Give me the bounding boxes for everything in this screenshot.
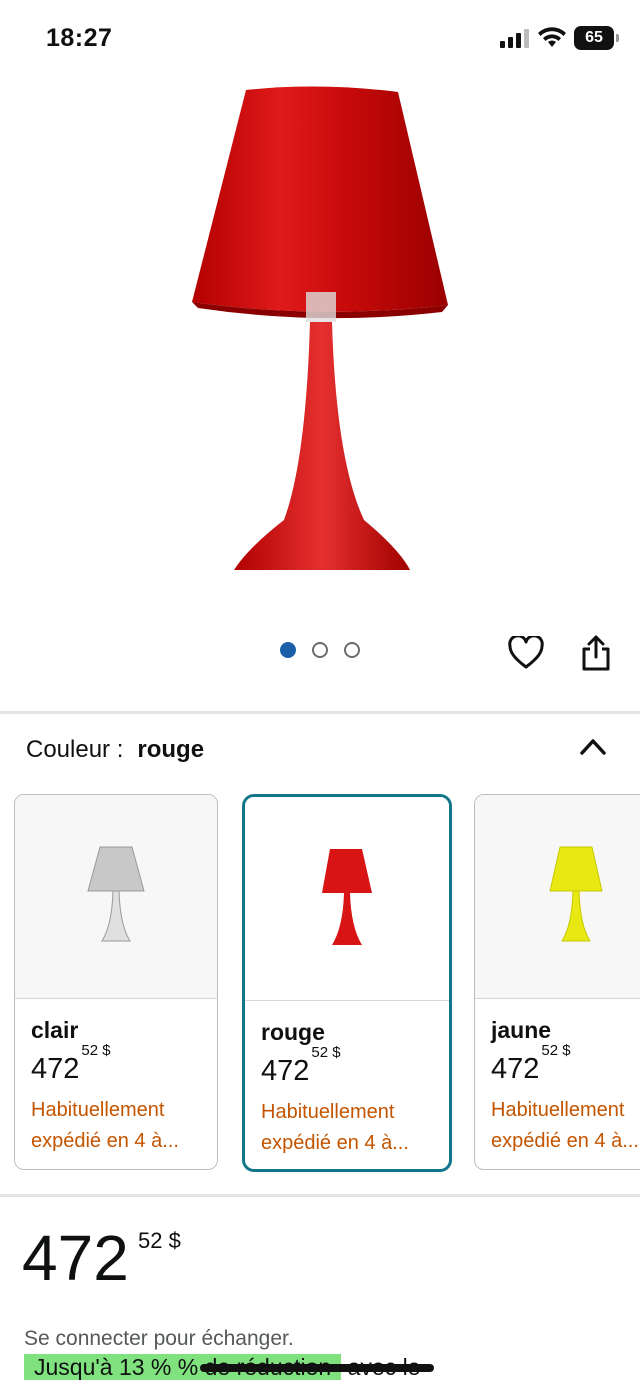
color-label: Couleur : [26, 736, 124, 763]
color-selected-value: rouge [137, 736, 205, 763]
status-time: 18:27 [46, 24, 113, 52]
swatch-name: jaune [491, 1017, 552, 1043]
price-cents: 52 $ [138, 1228, 181, 1253]
color-swatch-list: clair 47252 $ Habituellement expédié en … [14, 794, 640, 1174]
product-image[interactable] [0, 80, 640, 600]
gallery-pagination [280, 642, 360, 658]
swatch-clair[interactable]: clair 47252 $ Habituellement expédié en … [14, 794, 218, 1170]
section-divider [0, 1194, 640, 1197]
gallery-dot[interactable] [312, 642, 328, 658]
red-lamp-image [192, 86, 448, 570]
swatch-jaune[interactable]: jaune 47252 $ Habituellement expédié en … [474, 794, 640, 1170]
chevron-up-icon[interactable] [578, 735, 608, 757]
swatch-price: 47252 $ [261, 1044, 341, 1087]
gallery-dot-active[interactable] [280, 642, 296, 658]
gallery-dot[interactable] [344, 642, 360, 658]
clear-lamp-image [87, 846, 145, 941]
yellow-lamp-image [549, 846, 603, 941]
wishlist-button[interactable] [506, 632, 546, 674]
swatch-shipping: Habituellement expédié en 4 à... [31, 1099, 179, 1152]
swatch-price: 47252 $ [491, 1042, 571, 1085]
red-lamp-image [322, 848, 372, 945]
swatch-rouge[interactable]: rouge 47252 $ Habituellement expédié en … [242, 794, 452, 1172]
status-bar: 18:27 65 [0, 0, 640, 80]
home-indicator [200, 1364, 434, 1372]
section-divider [0, 711, 640, 714]
heart-icon [508, 636, 544, 669]
swatch-name: clair [31, 1017, 79, 1043]
wifi-icon [538, 27, 566, 47]
share-icon [582, 635, 610, 671]
swatch-image [475, 795, 640, 999]
swatch-shipping: Habituellement expédié en 4 à... [491, 1099, 639, 1152]
share-button[interactable] [576, 632, 616, 674]
main-price: 472 52 $ [22, 1226, 181, 1290]
signal-icon [500, 29, 529, 48]
swatch-image [15, 795, 217, 999]
signin-link[interactable]: Se connecter pour échanger. [24, 1327, 294, 1351]
swatch-price: 47252 $ [31, 1042, 111, 1085]
price-whole: 472 [22, 1222, 129, 1294]
color-selector-header: Couleur : rouge [26, 736, 204, 764]
battery-icon: 65 [574, 26, 619, 50]
swatch-image [245, 797, 449, 1001]
swatch-name: rouge [261, 1019, 325, 1045]
swatch-shipping: Habituellement expédié en 4 à... [261, 1101, 409, 1154]
status-icons: 65 [500, 26, 619, 50]
